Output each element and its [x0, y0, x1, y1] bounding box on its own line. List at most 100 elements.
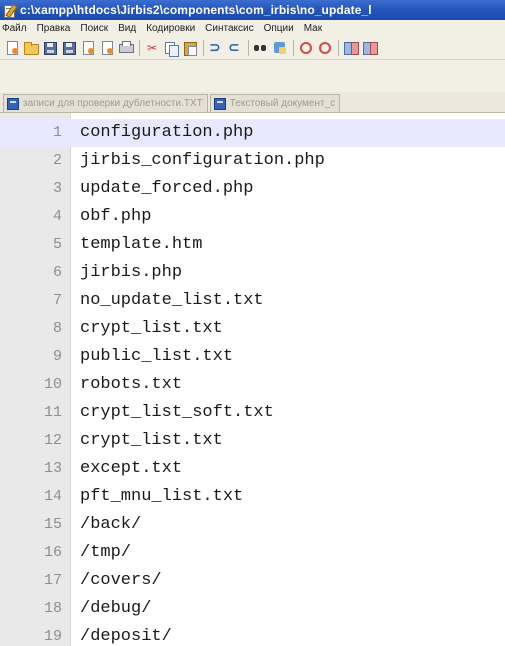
menu-view[interactable]: Вид	[118, 23, 136, 34]
line-number: 16	[43, 544, 62, 561]
line-number: 2	[52, 152, 62, 169]
line-text[interactable]: /covers/	[80, 567, 162, 595]
code-line[interactable]: 5 template.htm	[0, 231, 505, 259]
line-text[interactable]: except.txt	[80, 455, 182, 483]
line-number: 4	[52, 208, 62, 225]
line-number: 13	[43, 460, 62, 477]
redo-icon: ⊂	[228, 40, 240, 56]
cut-icon: ✂	[147, 41, 158, 55]
code-line[interactable]: 10 robots.txt	[0, 371, 505, 399]
cut-button[interactable]: ✂	[144, 40, 160, 56]
code-line[interactable]: 8 crypt_list.txt	[0, 315, 505, 343]
copy-button[interactable]	[163, 40, 179, 57]
line-number: 14	[43, 488, 62, 505]
line-text[interactable]: obf.php	[80, 203, 151, 231]
line-text[interactable]: crypt_list.txt	[80, 315, 223, 343]
line-text[interactable]: update_forced.php	[80, 175, 253, 203]
code-line[interactable]: 18 /debug/	[0, 595, 505, 623]
code-line[interactable]: 9 public_list.txt	[0, 343, 505, 371]
line-number: 9	[52, 348, 62, 365]
toolbar-separator	[338, 40, 339, 56]
menu-encoding[interactable]: Кодировки	[146, 23, 195, 34]
menu-syntax[interactable]: Синтаксис	[205, 23, 253, 34]
window-title: c:\xampp\htdocs\Jirbis2\components\com_i…	[20, 3, 372, 17]
line-number: 3	[52, 180, 62, 197]
zoom-in-button[interactable]	[298, 40, 314, 56]
paste-button[interactable]	[182, 40, 198, 56]
toolbar-separator	[139, 40, 140, 56]
tab-text-document[interactable]: Текстовый документ_с	[209, 94, 341, 112]
code-line[interactable]: 11 crypt_list_soft.txt	[0, 399, 505, 427]
close-all-button[interactable]	[99, 40, 115, 56]
toolbar-separator	[203, 40, 204, 56]
line-text[interactable]: /deposit/	[80, 623, 172, 646]
notepad-plus-plus-window: c:\xampp\htdocs\Jirbis2\components\com_i…	[0, 0, 505, 646]
line-text[interactable]: robots.txt	[80, 371, 182, 399]
line-number: 8	[52, 320, 62, 337]
line-text[interactable]: /back/	[80, 511, 141, 539]
redo-button[interactable]: ⊂	[227, 40, 243, 56]
menu-search[interactable]: Поиск	[80, 23, 108, 34]
line-text[interactable]: no_update_list.txt	[80, 287, 264, 315]
print-button[interactable]	[118, 40, 134, 56]
notepad-app-icon[interactable]	[3, 3, 18, 18]
menu-macro[interactable]: Мак	[304, 23, 322, 34]
new-file-button[interactable]	[4, 40, 20, 56]
replace-icon	[274, 42, 286, 54]
code-line[interactable]: 3 update_forced.php	[0, 175, 505, 203]
toolbar-separator	[293, 40, 294, 56]
menu-file[interactable]: Файл	[2, 23, 27, 34]
line-text[interactable]: crypt_list.txt	[80, 427, 223, 455]
code-line[interactable]: 1 configuration.php	[0, 119, 505, 147]
code-line[interactable]: 15 /back/	[0, 511, 505, 539]
sync-horizontal-button[interactable]	[362, 40, 378, 56]
code-line[interactable]: 19 /deposit/	[0, 623, 505, 646]
line-text[interactable]: crypt_list_soft.txt	[80, 399, 274, 427]
code-line[interactable]: 12 crypt_list.txt	[0, 427, 505, 455]
sync-vertical-button[interactable]	[343, 40, 359, 56]
tab-bar: записи для проверки дублетности.TXT Текс…	[0, 92, 505, 113]
find-icon	[254, 43, 267, 52]
sync-horizontal-icon	[363, 42, 378, 55]
zoom-in-icon	[300, 42, 312, 54]
line-number: 6	[52, 264, 62, 281]
open-file-button[interactable]	[23, 40, 39, 56]
code-line[interactable]: 2 jirbis_configuration.php	[0, 147, 505, 175]
code-line[interactable]: 13 except.txt	[0, 455, 505, 483]
replace-button[interactable]	[272, 40, 288, 56]
copy-icon	[165, 42, 179, 57]
line-text[interactable]: configuration.php	[80, 119, 253, 147]
find-button[interactable]	[253, 40, 269, 56]
tab-duplicates-check[interactable]: записи для проверки дублетности.TXT	[3, 94, 208, 112]
close-button[interactable]	[80, 40, 96, 56]
tab-label: Текстовый документ_с	[229, 98, 336, 109]
save-icon	[44, 42, 57, 55]
line-text[interactable]: jirbis.php	[80, 259, 182, 287]
menu-edit[interactable]: Правка	[37, 23, 71, 34]
code-line[interactable]: 4 obf.php	[0, 203, 505, 231]
line-number: 12	[43, 432, 62, 449]
line-text[interactable]: template.htm	[80, 231, 202, 259]
zoom-out-button[interactable]	[317, 40, 333, 56]
print-icon	[119, 41, 134, 53]
line-text[interactable]: public_list.txt	[80, 343, 233, 371]
toolbar-background	[0, 60, 505, 92]
code-line[interactable]: 16 /tmp/	[0, 539, 505, 567]
line-text[interactable]: pft_mnu_list.txt	[80, 483, 243, 511]
line-text[interactable]: jirbis_configuration.php	[80, 147, 325, 175]
line-number: 15	[43, 516, 62, 533]
code-line[interactable]: 6 jirbis.php	[0, 259, 505, 287]
line-number: 5	[52, 236, 62, 253]
code-line[interactable]: 14 pft_mnu_list.txt	[0, 483, 505, 511]
undo-button[interactable]: ⊃	[208, 40, 224, 56]
save-button[interactable]	[42, 40, 58, 56]
save-all-button[interactable]	[61, 40, 77, 56]
code-line[interactable]: 17 /covers/	[0, 567, 505, 595]
code-line[interactable]: 7 no_update_list.txt	[0, 287, 505, 315]
menu-options[interactable]: Опции	[264, 23, 294, 34]
menu-bar: Файл Правка Поиск Вид Кодировки Синтакси…	[0, 20, 505, 37]
editor-area[interactable]: 1 configuration.php 2 jirbis_configurati…	[0, 113, 505, 646]
line-text[interactable]: /tmp/	[80, 539, 131, 567]
line-text[interactable]: /debug/	[80, 595, 151, 623]
line-number: 19	[43, 628, 62, 645]
